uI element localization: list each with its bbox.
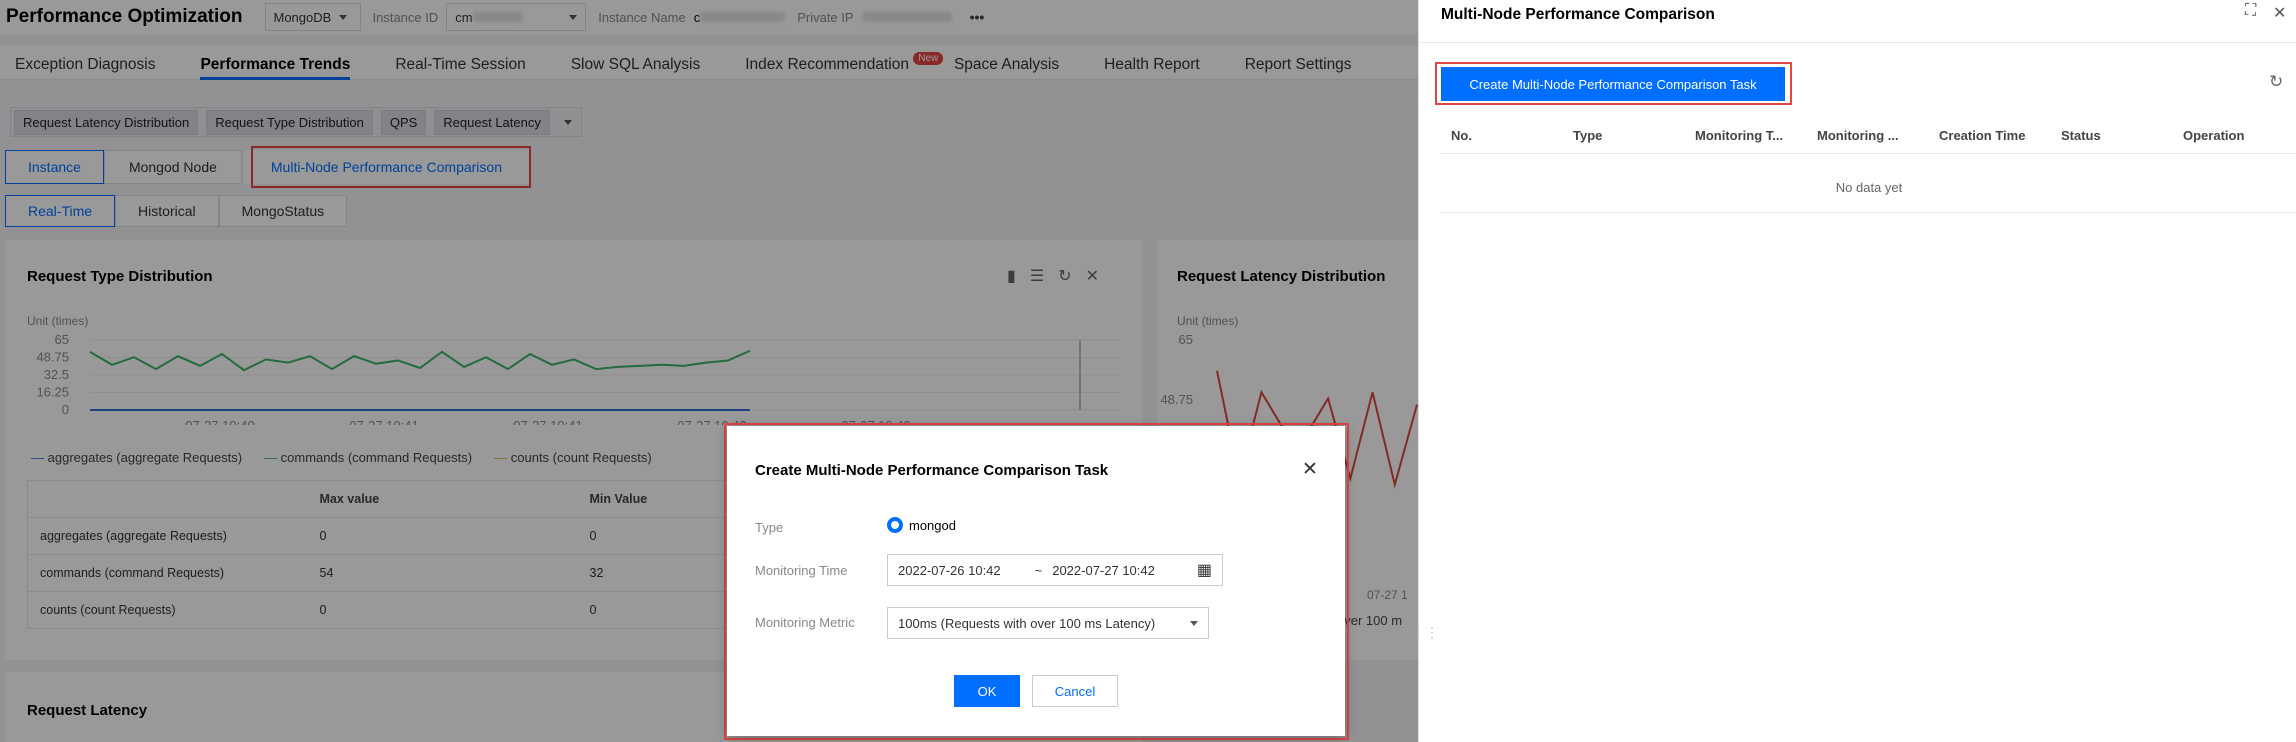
date-range-picker[interactable]: 2022-07-26 10:42 ~ 2022-07-27 10:42 ▦ xyxy=(887,554,1223,586)
dialog-title: Create Multi-Node Performance Comparison… xyxy=(755,462,1109,479)
empty-state: No data yet xyxy=(1835,180,1903,195)
highlight-box xyxy=(1435,62,1792,105)
type-radio[interactable]: mongod xyxy=(887,517,956,533)
comparison-drawer: Multi-Node Performance Comparison ⛶ ✕ Cr… xyxy=(1411,0,2296,742)
table-header: No. Type Monitoring T... Monitoring ... … xyxy=(1441,118,2296,154)
drawer-title: Multi-Node Performance Comparison xyxy=(1441,6,1715,23)
drag-handle-icon[interactable]: ⋮⋮ xyxy=(1411,624,1439,641)
calendar-icon[interactable]: ▦ xyxy=(1197,560,1212,580)
type-label: Type xyxy=(755,520,784,535)
refresh-icon[interactable]: ↻ xyxy=(2269,72,2283,92)
radio-icon[interactable] xyxy=(887,517,903,533)
create-task-dialog: Create Multi-Node Performance Comparison… xyxy=(727,426,1345,736)
cancel-button[interactable]: Cancel xyxy=(1032,675,1118,707)
close-icon[interactable]: ✕ xyxy=(1302,458,1318,481)
metric-select[interactable]: 100ms (Requests with over 100 ms Latency… xyxy=(887,607,1209,639)
ok-button[interactable]: OK xyxy=(954,675,1020,707)
close-icon[interactable]: ✕ xyxy=(2273,3,2286,23)
fullscreen-icon[interactable]: ⛶ xyxy=(2245,2,2256,20)
monitoring-metric-label: Monitoring Metric xyxy=(755,615,855,630)
monitoring-time-label: Monitoring Time xyxy=(755,563,848,578)
chevron-down-icon xyxy=(1190,620,1198,626)
